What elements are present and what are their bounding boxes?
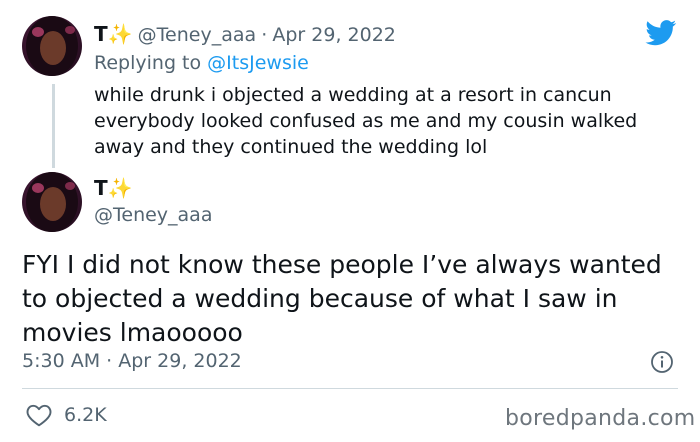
tweet-timestamp: 5:30 AM · Apr 29, 2022: [22, 350, 242, 372]
reply-header: T✨ @Teney_aaa · Apr 29, 2022: [94, 22, 396, 46]
reply-date[interactable]: Apr 29, 2022: [272, 24, 396, 46]
replying-to-handle[interactable]: @ItsJewsie: [207, 52, 309, 74]
avatar-reply[interactable]: [22, 16, 82, 76]
avatar-main[interactable]: [22, 172, 82, 232]
reply-display-name[interactable]: T: [94, 22, 108, 46]
divider: [22, 388, 678, 389]
twitter-bird-icon: [645, 20, 677, 50]
main-display-name[interactable]: T: [94, 176, 108, 200]
info-icon[interactable]: [650, 350, 674, 378]
boredpanda-watermark: boredpanda.com: [505, 406, 696, 431]
thread-line: [52, 84, 55, 168]
replying-to: Replying to @ItsJewsie: [94, 52, 309, 74]
tweet-time[interactable]: 5:30 AM: [22, 350, 100, 372]
reply-tweet-text: while drunk i objected a wedding at a re…: [94, 84, 638, 158]
main-author-name: T✨: [94, 176, 133, 200]
reply-handle[interactable]: @Teney_aaa: [138, 24, 256, 46]
sparkle-emoji: ✨: [107, 176, 133, 200]
main-handle[interactable]: @Teney_aaa: [94, 204, 212, 226]
reply-separator: ·: [261, 24, 268, 46]
sparkle-emoji: ✨: [107, 22, 133, 46]
heart-icon: [26, 403, 52, 427]
replying-to-label: Replying to: [94, 52, 202, 74]
timestamp-separator: ·: [106, 350, 113, 372]
like-count: 6.2K: [64, 404, 107, 426]
like-button[interactable]: 6.2K: [26, 403, 107, 427]
main-tweet-text: FYI I did not know these people I’ve alw…: [22, 250, 662, 347]
tweet-date[interactable]: Apr 29, 2022: [118, 350, 242, 372]
